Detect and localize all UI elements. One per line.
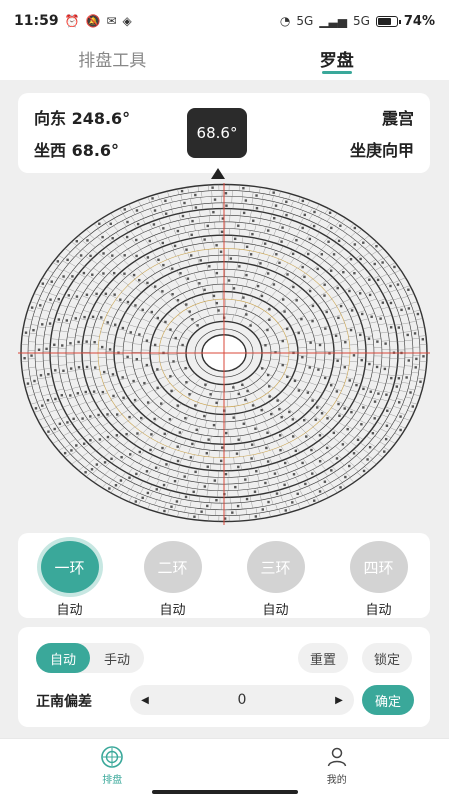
- mute-icon: 🔕: [85, 14, 101, 28]
- auto-mode-button[interactable]: 自动: [36, 643, 90, 673]
- offset-value[interactable]: 0: [160, 692, 324, 708]
- ring-item-3[interactable]: 三环 自动: [224, 533, 327, 618]
- ring-4-button[interactable]: 四环: [349, 541, 408, 593]
- app-icon: ◈: [122, 14, 132, 28]
- battery-percent: 74%: [403, 13, 435, 29]
- ring-item-2[interactable]: 二环 自动: [121, 533, 224, 618]
- compass-dial[interactable]: [18, 183, 430, 525]
- ring-1-mode: 自动: [56, 603, 83, 618]
- sitting-direction: 坐西 68.6°: [34, 141, 120, 160]
- increase-offset-button[interactable]: ▶: [324, 695, 354, 706]
- south-offset-label: 正南偏差: [36, 694, 92, 710]
- home-indicator: [152, 790, 298, 794]
- status-bar: 11:59 ⏰ 🔕 ✉ ◈ ◔ 5G ▁▃▅ 5G 74%: [0, 0, 449, 42]
- compass-icon: [101, 746, 124, 768]
- heading-pointer-icon: [211, 168, 225, 179]
- offset-stepper: ◀ 0 ▶: [130, 685, 354, 715]
- mode-toggle: 自动 手动: [36, 643, 144, 673]
- ring-selector: 一环 自动 二环 自动 三环 自动 四环 自动: [18, 533, 430, 618]
- notification-icon: ✉: [106, 14, 117, 28]
- wifi-icon: ◔: [279, 14, 291, 28]
- palace-label: 震宫: [381, 109, 414, 128]
- ring-3-button[interactable]: 三环: [246, 541, 305, 593]
- tab-luopan[interactable]: 罗盘: [225, 42, 449, 80]
- lock-button[interactable]: 锁定: [362, 643, 412, 673]
- ring-1-button[interactable]: 一环: [40, 541, 99, 593]
- signal-icon: ▁▃▅: [319, 14, 347, 28]
- user-icon: [327, 747, 346, 767]
- battery-icon: [375, 15, 401, 27]
- ring-2-mode: 自动: [159, 603, 186, 618]
- ring-2-button[interactable]: 二环: [143, 541, 202, 593]
- degree-badge: 68.6°: [187, 108, 247, 158]
- network-5g-2: 5G: [352, 14, 370, 28]
- manual-mode-button[interactable]: 手动: [90, 643, 144, 673]
- luopan-compass[interactable]: [18, 183, 430, 525]
- ring-item-1[interactable]: 一环 自动: [18, 533, 121, 618]
- controls-card: 自动 手动 重置 锁定 正南偏差 ◀ 0 ▶ 确定: [18, 627, 430, 727]
- network-5g-1: 5G: [296, 14, 314, 28]
- ring-4-mode: 自动: [365, 603, 392, 618]
- ring-item-4[interactable]: 四环 自动: [327, 533, 430, 618]
- status-time: 11:59: [14, 13, 59, 29]
- nav-paipan-label: 排盘: [102, 775, 123, 786]
- ring-3-mode: 自动: [262, 603, 289, 618]
- mountain-label: 坐庚向甲: [349, 141, 414, 160]
- decrease-offset-button[interactable]: ◀: [130, 695, 160, 706]
- alarm-icon: ⏰: [64, 14, 80, 28]
- facing-direction: 向东 248.6°: [34, 109, 131, 128]
- tab-paipan-tools[interactable]: 排盘工具: [0, 42, 225, 80]
- confirm-button[interactable]: 确定: [362, 685, 414, 715]
- reset-button[interactable]: 重置: [298, 643, 348, 673]
- top-tabs: 排盘工具 罗盘: [0, 42, 449, 80]
- nav-mine-label: 我的: [326, 775, 347, 786]
